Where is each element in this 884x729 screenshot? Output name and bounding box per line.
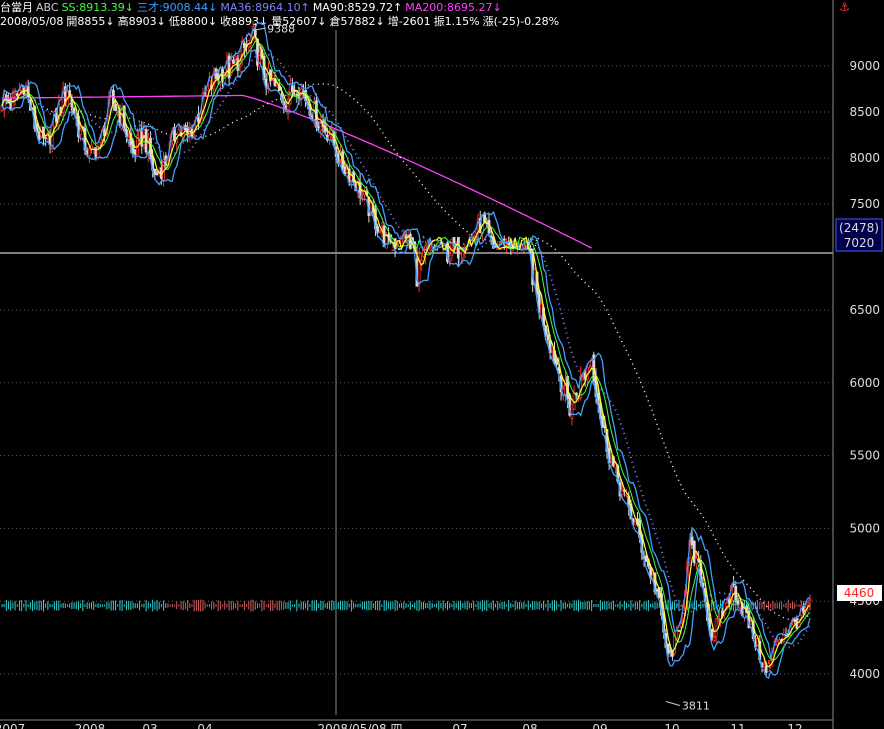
- candle-body-40: [87, 148, 91, 157]
- price-axis: 9000850080007500700065006000550050004500…: [835, 59, 883, 681]
- candle-body-176: [384, 234, 388, 249]
- candle-body-230: [502, 238, 506, 241]
- candle-body-290: [633, 521, 637, 526]
- candle-body-226: [494, 245, 497, 248]
- xtick-2: 03: [142, 722, 157, 729]
- candle-body-70: [153, 168, 157, 175]
- candle-body-6: [13, 93, 17, 97]
- candle-body-107: [234, 56, 238, 60]
- candle-body-284: [620, 489, 624, 495]
- candle-body-306: [668, 650, 672, 653]
- xtick-5: 07: [452, 722, 467, 729]
- xtick-8: 10: [664, 722, 679, 729]
- candle-body-81: [177, 129, 181, 136]
- candle-body-370: [808, 598, 812, 601]
- candle-body-355: [775, 640, 779, 645]
- ytick-upper-0: 9000: [849, 59, 880, 73]
- candle-body-133: [291, 85, 294, 93]
- candle-body-146: [319, 122, 323, 131]
- candle-body-309: [675, 630, 679, 639]
- candle-body-275: [601, 416, 604, 428]
- candle-body-173: [378, 231, 382, 234]
- ytick-upper-1: 8500: [849, 105, 880, 119]
- xtick-7: 09: [592, 722, 607, 729]
- candle-body-300: [655, 589, 659, 592]
- low-label: 3811: [682, 700, 710, 713]
- candle-body-326: [712, 637, 716, 642]
- candle-body-327: [714, 618, 718, 637]
- ytick-lower-2: 6000: [849, 376, 880, 390]
- xtick-1: 2008: [75, 722, 106, 729]
- candle-body-340: [743, 608, 746, 618]
- candle-body-349: [762, 663, 766, 666]
- candle-body-7: [15, 93, 19, 97]
- candle-body-71: [155, 172, 159, 175]
- candle-body-337: [736, 600, 740, 605]
- ytick-upper-3: 7500: [849, 197, 880, 211]
- ma200-line: [2, 94, 592, 249]
- candle-body-211: [461, 250, 465, 259]
- candle-body-338: [738, 602, 742, 609]
- xtick-0: 2007: [0, 722, 25, 729]
- candlestick-chart: 9000850080007500700065006000550050004500…: [0, 0, 883, 729]
- candle-body-369: [806, 602, 810, 606]
- candle-body-206: [450, 238, 454, 257]
- candle-body-165: [360, 193, 364, 196]
- candle-body-111: [242, 43, 246, 48]
- low-leader: [665, 701, 681, 706]
- candle-body-61: [133, 149, 137, 155]
- candle-body-252: [550, 347, 554, 351]
- ytick-lower-1: 6500: [849, 303, 880, 317]
- candle-body-363: [793, 619, 797, 622]
- candle-body-106: [232, 59, 235, 64]
- candle-body-247: [539, 303, 543, 317]
- candle-body-350: [764, 665, 768, 673]
- candle-body-279: [609, 458, 613, 461]
- high-label: 9388: [267, 22, 295, 35]
- candle-body-63: [138, 131, 141, 139]
- candle-body-179: [391, 249, 395, 252]
- xtick-4: 2008/05/08 四: [318, 722, 403, 729]
- candle-body-316: [690, 536, 694, 546]
- candle-body-58: [127, 136, 131, 140]
- ytick-lower-6: 4000: [849, 667, 880, 681]
- candle-body-52: [114, 103, 117, 112]
- ma90-line: [1, 83, 811, 621]
- ytick-upper-2: 8000: [849, 151, 880, 165]
- candle-body-261: [570, 403, 574, 419]
- candle-body-351: [767, 663, 770, 672]
- candle-body-135: [295, 93, 299, 96]
- candle-body-227: [496, 248, 500, 250]
- candle-body-310: [677, 630, 681, 632]
- candle-body-157: [343, 166, 347, 175]
- candle-body-182: [398, 248, 401, 251]
- candle-body-295: [644, 555, 648, 562]
- candle-body-36: [79, 129, 83, 135]
- candle-body-20: [44, 137, 48, 140]
- candle-body-126: [275, 83, 279, 86]
- candle-body-145: [317, 126, 321, 129]
- candle-body-318: [695, 557, 698, 565]
- ytick-lower-3: 5500: [849, 449, 880, 463]
- overlay-label-top: (2478): [839, 221, 879, 235]
- xtick-3: 04: [197, 722, 212, 729]
- candle-body-298: [651, 574, 655, 579]
- candle-body-250: [546, 334, 550, 341]
- xtick-10: 12: [787, 722, 802, 729]
- overlay-label-bottom: 7020: [844, 236, 875, 250]
- time-axis: 2007 2008 03 04 2008/05/08 四 07 08 09 10 11 12: [0, 719, 833, 729]
- candle-body-233: [509, 246, 513, 249]
- xtick-6: 08: [522, 722, 537, 729]
- candle-body-177: [387, 233, 390, 237]
- candle-body-332: [725, 601, 729, 607]
- ytick-lower-4: 5000: [849, 521, 880, 535]
- current-price-label: 4460: [844, 586, 875, 600]
- candle-body-124: [271, 79, 275, 82]
- xtick-9: 11: [730, 722, 745, 729]
